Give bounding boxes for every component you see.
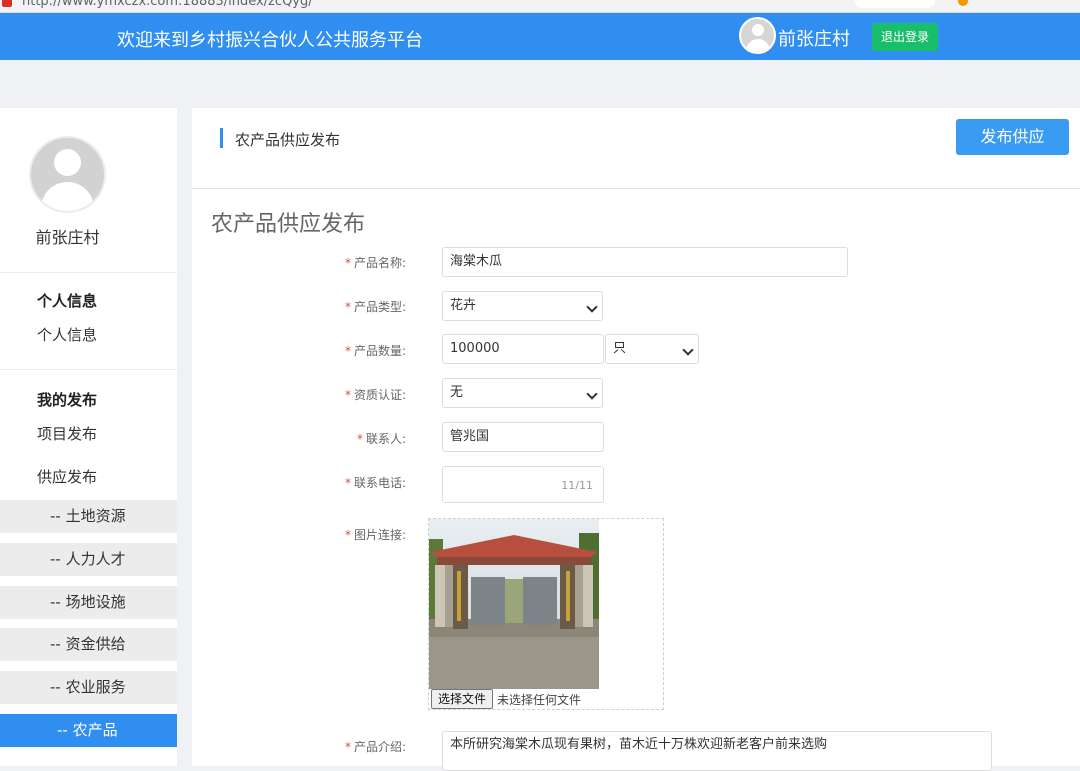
sidebar-divider	[0, 272, 177, 273]
chevron-down-icon	[586, 301, 598, 313]
image-upload-zone[interactable]: 选择文件 未选择任何文件	[428, 518, 664, 710]
title-marker	[220, 128, 223, 148]
certification-select[interactable]: 无	[442, 378, 603, 408]
browser-search-box[interactable]	[855, 0, 935, 8]
product-type-select[interactable]: 花卉	[442, 291, 603, 321]
section-separator	[192, 166, 1080, 189]
sidebar: 前张庄村 个人信息 个人信息 我的发布 项目发布 供应发布 -- 土地资源 --…	[0, 108, 177, 766]
product-photo	[429, 519, 599, 689]
field-label-phone: * 联系电话:	[344, 476, 406, 490]
phone-input[interactable]: 11/11	[442, 466, 604, 503]
chevron-down-icon	[586, 388, 598, 400]
field-label-quantity: * 产品数量:	[344, 344, 406, 358]
no-file-text: 未选择任何文件	[497, 693, 582, 707]
product-intro-textarea[interactable]: 本所研究海棠木瓜现有果树，苗木近十万株欢迎新老客户前来选购	[442, 731, 992, 771]
sidebar-subitem-agri-product[interactable]: -- 农产品	[0, 714, 177, 747]
sidebar-subitem-talent[interactable]: -- 人力人才	[0, 543, 177, 576]
sidebar-subitem-funding[interactable]: -- 资金供给	[0, 628, 177, 661]
required-mark: *	[344, 740, 351, 754]
page-topbar: 农产品供应发布 发布供应	[192, 108, 1080, 167]
char-counter: 11/11	[561, 479, 593, 492]
sidebar-divider	[0, 369, 177, 370]
product-name-input[interactable]: 海棠木瓜	[442, 247, 848, 277]
required-mark: *	[344, 256, 351, 270]
field-label-contact: * 联系人:	[356, 432, 406, 446]
contact-input[interactable]: 管兆国	[442, 422, 604, 452]
main-panel: 农产品供应发布 发布供应 农产品供应发布 * 产品名称: 海棠木瓜 * 产品类型: …	[192, 108, 1080, 771]
field-label-image: * 图片连接:	[344, 528, 406, 542]
header-username: 前张庄村	[778, 29, 850, 50]
form-title: 农产品供应发布	[211, 212, 366, 237]
publish-supply-button[interactable]: 发布供应	[956, 119, 1069, 155]
field-label-intro: * 产品介绍:	[344, 740, 406, 754]
sidebar-subitem-facility[interactable]: -- 场地设施	[0, 586, 177, 619]
field-label-name: * 产品名称:	[344, 256, 406, 270]
top-header: 欢迎来到乡村振兴合伙人公共服务平台 前张庄村 退出登录	[0, 13, 1080, 60]
field-label-cert: * 资质认证:	[344, 388, 406, 402]
browser-address-bar[interactable]: http://www.ymxczx.com:18883/index/zcQyg/	[0, 0, 1080, 13]
required-mark: *	[344, 528, 351, 542]
required-mark: *	[344, 476, 351, 490]
sidebar-subitem-agri-service[interactable]: -- 农业服务	[0, 671, 177, 704]
chevron-down-icon	[682, 344, 694, 356]
required-mark: *	[344, 300, 351, 314]
extension-icon[interactable]	[958, 0, 968, 6]
sidebar-username: 前张庄村	[35, 228, 100, 247]
product-quantity-input[interactable]: 100000	[442, 334, 604, 364]
choose-file-button[interactable]: 选择文件	[431, 689, 493, 709]
site-title: 欢迎来到乡村振兴合伙人公共服务平台	[117, 30, 423, 51]
section-my-publish: 我的发布	[37, 391, 98, 409]
not-secure-icon	[2, 0, 12, 7]
section-personal-info: 个人信息	[37, 292, 98, 310]
required-mark: *	[344, 388, 351, 402]
required-mark: *	[356, 432, 363, 446]
sidebar-item-project-publish[interactable]: 项目发布	[37, 423, 97, 444]
breadcrumb: 农产品供应发布	[235, 131, 341, 149]
logout-button[interactable]: 退出登录	[872, 23, 938, 51]
required-mark: *	[344, 344, 351, 358]
quantity-unit-select[interactable]: 只	[605, 334, 699, 364]
field-label-type: * 产品类型:	[344, 300, 406, 314]
sidebar-item-personal-info[interactable]: 个人信息	[37, 324, 97, 345]
user-avatar-icon	[739, 17, 776, 54]
sidebar-subitem-land[interactable]: -- 土地资源	[0, 500, 177, 533]
profile-avatar-icon	[29, 136, 106, 213]
sidebar-item-supply-publish[interactable]: 供应发布	[37, 466, 97, 487]
url-text[interactable]: http://www.ymxczx.com:18883/index/zcQyg/	[22, 0, 313, 9]
